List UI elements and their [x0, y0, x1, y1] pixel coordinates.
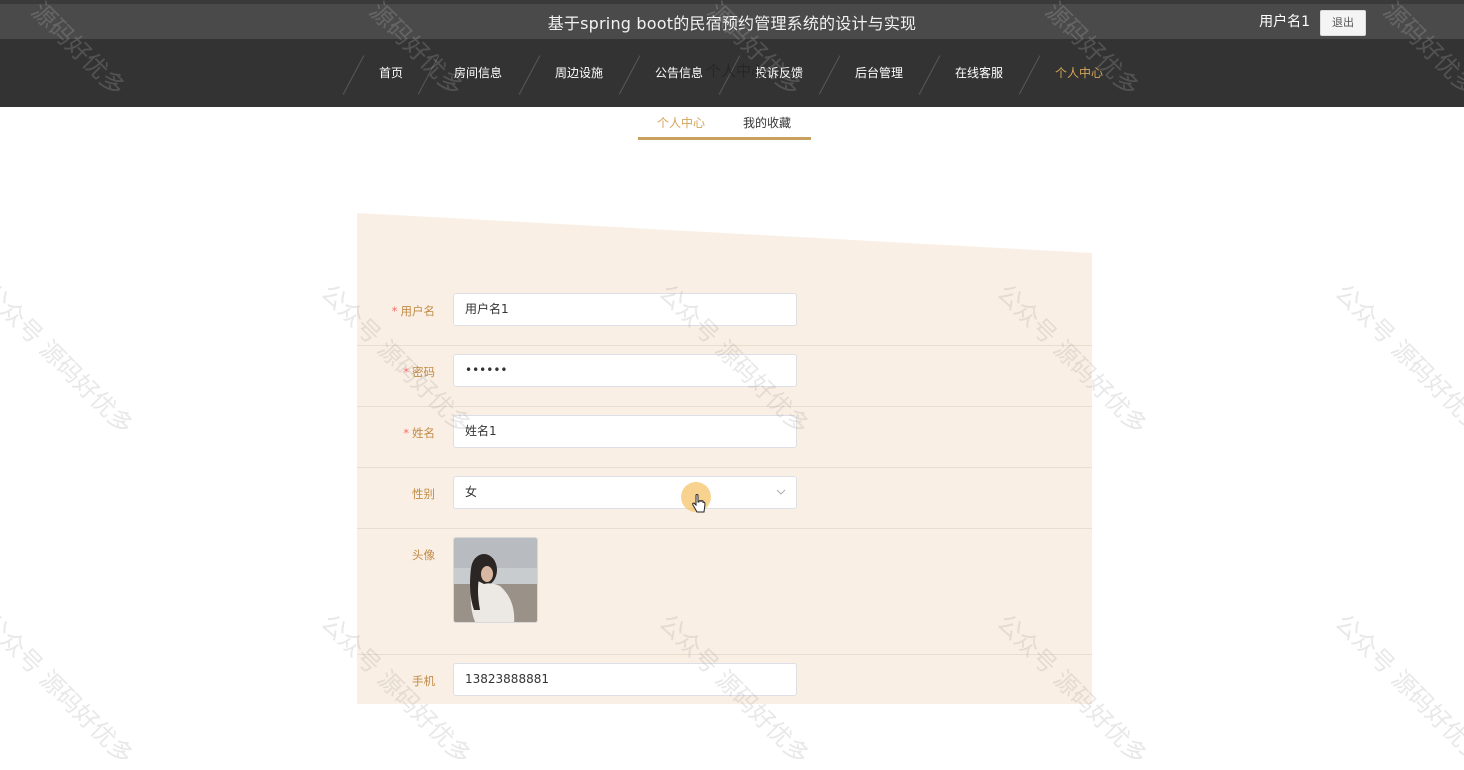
- logout-button[interactable]: 退出: [1320, 10, 1366, 36]
- profile-subtabs: 个人中心 我的收藏: [638, 108, 811, 141]
- watermark: 公众号 源码好优多: [1329, 608, 1464, 770]
- nav-item-facilities[interactable]: 周边设施: [555, 39, 603, 107]
- row-divider: [357, 406, 1092, 407]
- row-divider: [357, 528, 1092, 529]
- watermark: 公众号 源码好优多: [0, 278, 139, 440]
- gender-select[interactable]: 女: [453, 476, 797, 509]
- phone-label: 手机: [412, 674, 435, 688]
- row-divider: [357, 467, 1092, 468]
- realname-field[interactable]: 姓名1: [453, 415, 797, 448]
- avatar-label: 头像: [412, 548, 435, 562]
- gender-selected-value: 女: [465, 485, 478, 499]
- username-field[interactable]: 用户名1: [453, 293, 797, 326]
- password-label: * 密码: [403, 365, 435, 379]
- username-label: * 用户名: [391, 304, 435, 318]
- row-divider: [357, 345, 1092, 346]
- row-divider: [357, 654, 1092, 655]
- site-title: 基于spring boot的民宿预约管理系统的设计与实现: [547, 14, 917, 33]
- watermark: 公众号 源码好优多: [1329, 278, 1464, 440]
- watermark: 公众号 源码好优多: [0, 608, 139, 770]
- nav-separator: [918, 55, 941, 95]
- realname-label: * 姓名: [403, 426, 435, 440]
- nav-separator: [1018, 55, 1041, 95]
- nav-item-profile[interactable]: 个人中心: [1055, 39, 1103, 107]
- nav-separator: [818, 55, 841, 95]
- nav-item-rooms[interactable]: 房间信息: [454, 39, 502, 107]
- nav-item-support[interactable]: 在线客服: [955, 39, 1003, 107]
- current-user-name: 用户名1: [1259, 14, 1310, 30]
- nav-item-notices[interactable]: 公告信息: [655, 39, 703, 107]
- page-heading-overlay: 个人中心: [706, 62, 767, 80]
- nav-separator: [518, 55, 541, 95]
- tab-underline: [638, 137, 811, 140]
- password-field[interactable]: ••••••: [453, 354, 797, 387]
- gender-label: 性别: [412, 487, 435, 501]
- avatar-image[interactable]: [453, 537, 538, 623]
- nav-item-home[interactable]: 首页: [379, 39, 403, 107]
- tab-profile[interactable]: 个人中心: [657, 114, 705, 131]
- nav-separator: [342, 55, 365, 95]
- phone-field[interactable]: 13823888881: [453, 663, 797, 696]
- nav-item-admin[interactable]: 后台管理: [855, 39, 903, 107]
- nav-separator: [618, 55, 641, 95]
- tab-favorites[interactable]: 我的收藏: [743, 114, 791, 131]
- profile-form: * 用户名 用户名1 * 密码 •••••• * 姓名 姓名1 性别 女 头像 手机 …: [357, 213, 1092, 704]
- top-bar: 基于spring boot的民宿预约管理系统的设计与实现 用户名1 退出: [0, 0, 1464, 39]
- hand-pointer-icon: [692, 494, 706, 518]
- chevron-down-icon: [776, 477, 786, 521]
- nav-separator: [417, 55, 440, 95]
